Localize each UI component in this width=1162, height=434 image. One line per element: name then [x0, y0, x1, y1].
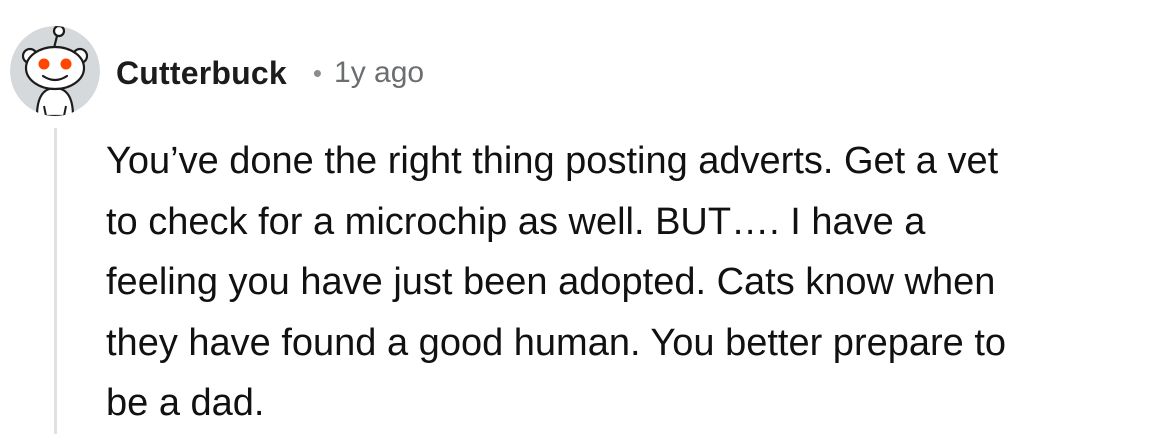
meta-separator: • [312, 57, 323, 88]
avatar[interactable] [10, 26, 100, 116]
comment: Cutterbuck • 1y ago You’ve done the righ… [0, 0, 1162, 434]
comment-body-line: You’ve done the right thing posting adve… [106, 140, 999, 182]
comment-body-line: they have found a good human. You better… [106, 321, 1007, 364]
comment-header: Cutterbuck • 1y ago [116, 50, 424, 96]
comment-body-line: to check for a microchip as well. BUT…. … [106, 200, 926, 243]
author-name[interactable]: Cutterbuck [116, 55, 287, 92]
comment-timestamp[interactable]: 1y ago [334, 56, 424, 90]
comment-body-line: feeling you have just been adopted. Cats… [106, 261, 996, 303]
thread-collapse-line[interactable] [54, 128, 57, 434]
reddit-snoo-avatar-icon [10, 26, 100, 116]
comment-body: You’ve done the right thing posting adve… [106, 131, 1156, 434]
comment-body-line: be a dad. [106, 382, 265, 424]
